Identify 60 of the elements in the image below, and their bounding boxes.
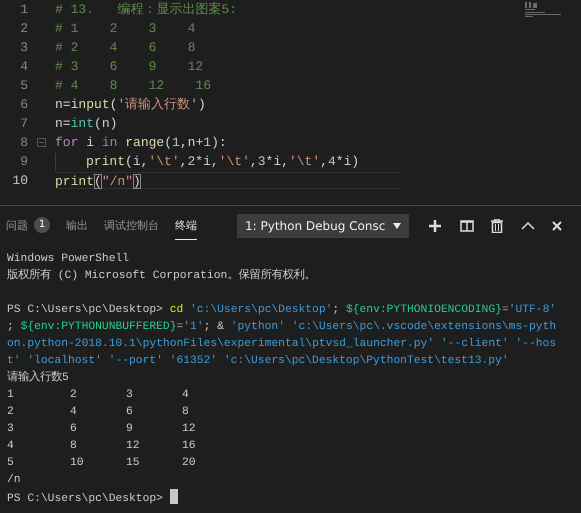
output-value: 3 [7, 423, 14, 435]
output-value: 6 [126, 406, 133, 418]
panel-tab[interactable]: 终端 [175, 212, 197, 240]
output-value: 5 [7, 457, 14, 469]
line-number: 10 [11, 172, 28, 190]
panel-tab[interactable]: 问题 1 [6, 211, 50, 240]
output-value: 16 [182, 440, 196, 452]
plus-icon[interactable] [429, 220, 442, 232]
output-value: 9 [126, 423, 133, 435]
output-value: 20 [182, 457, 196, 469]
code-line: # 13. 编程：显示出图案5: [55, 1, 238, 18]
output-value: 8 [70, 440, 77, 452]
terminal-line: 请输入行数5 [7, 370, 70, 386]
line-number: 1 [19, 1, 28, 19]
terminal-line: t' 'localhost' '--port' '61352' 'c:\Users\pc\Desktop\PythonTest\test13.py' [7, 354, 510, 369]
output-value: 15 [126, 457, 140, 469]
line-number: 6 [19, 96, 28, 114]
code-line: # 4 8 12 16 [55, 77, 212, 94]
output-value: 4 [182, 389, 189, 401]
line-number: 3 [19, 39, 28, 57]
output-value: 2 [7, 406, 14, 418]
line-number: 8 [19, 134, 28, 152]
close-icon[interactable] [552, 220, 562, 230]
output-value: 4 [7, 440, 14, 452]
terminal-line: on.python-2018.10.1\pythonFiles\experimental\ptvsd_launcher.py' '--client' '--hos [7, 336, 558, 352]
trash-icon[interactable] [491, 218, 504, 232]
output-value: 2 [70, 389, 77, 401]
caret-icon [393, 222, 402, 228]
terminal-line: PS C:\Users\pc\Desktop> cd 'c:\Users\pc\Desktop'; ${env:PYTHONIOENCODING}='UTF-8' [7, 302, 558, 318]
output-value: 4 [70, 406, 77, 418]
code-line: # 1 2 3 4 [55, 20, 196, 37]
output-value: 6 [70, 423, 77, 435]
code-line: # 2 4 6 8 [55, 39, 196, 56]
code-line: print("/n") [55, 172, 400, 189]
count-badge: 1 [34, 217, 50, 233]
terminal-prompt: PS C:\Users\pc\Desktop> [7, 493, 163, 505]
terminal-dropdown[interactable]: 1: Python Debug Consc [237, 214, 410, 238]
output-value: 10 [70, 457, 84, 469]
terminal-line: Windows PowerShell [7, 252, 130, 267]
terminal-line: 版权所有 (C) Microsoft Corporation。保留所有权利。 [7, 268, 316, 284]
code-line: for i in range(1,n+1): [55, 134, 227, 151]
code-line: n=int(n) [55, 115, 118, 132]
panel-tab[interactable]: 调试控制台 [104, 212, 159, 240]
line-number: 7 [19, 115, 28, 133]
chevron-up-icon[interactable] [521, 222, 536, 230]
terminal-line: ; ${env:PYTHONUNBUFFERED}='1'; & 'python' 'c:\Users\pc\.vscode\extensions\ms-pyth [7, 320, 558, 335]
split-icon[interactable] [460, 220, 474, 232]
code-line: n=input('请输入行数') [55, 96, 206, 113]
code-line: # 3 6 9 12 [55, 58, 204, 75]
output-value: 3 [126, 389, 133, 401]
line-number: 9 [19, 153, 28, 171]
output-value: 12 [182, 423, 196, 435]
terminal-line: /n [7, 472, 22, 488]
line-number: 5 [19, 77, 28, 95]
output-value: 1 [7, 389, 14, 401]
panel-tab[interactable]: 输出 [66, 212, 88, 240]
line-number: 4 [19, 58, 28, 76]
line-number: 2 [19, 20, 28, 38]
output-value: 8 [182, 406, 189, 418]
output-value: 12 [126, 440, 140, 452]
